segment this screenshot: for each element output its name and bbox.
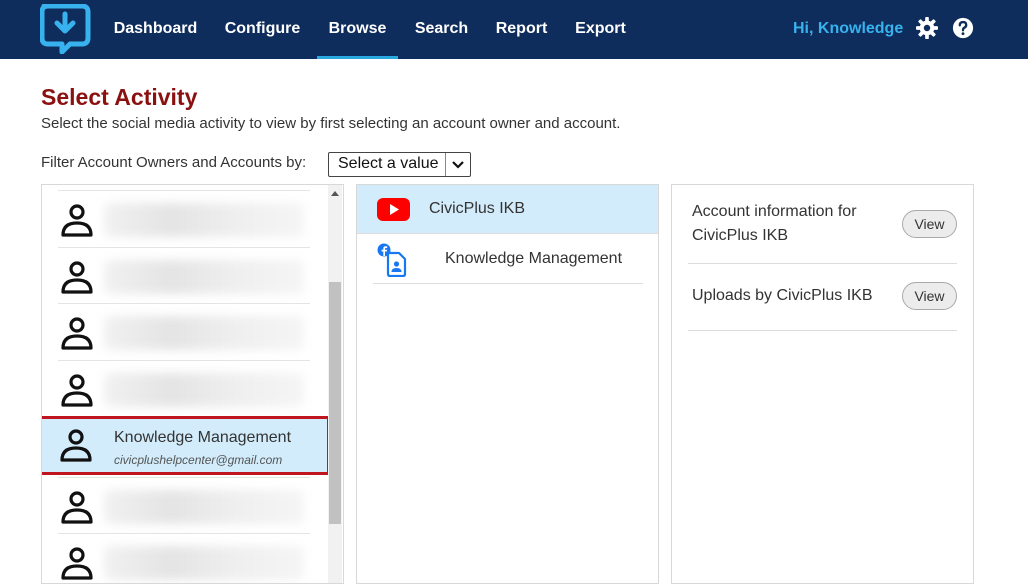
account-label: Knowledge Management: [445, 250, 623, 267]
redacted-owner-info: [104, 260, 304, 294]
gear-icon[interactable]: [916, 17, 938, 39]
filter-label: Filter Account Owners and Accounts by:: [41, 154, 307, 171]
person-icon: [61, 491, 93, 524]
view-account-info-button[interactable]: View: [902, 210, 957, 238]
nav-report[interactable]: Report: [494, 0, 549, 59]
person-icon: [60, 429, 92, 462]
activity-row: Account information for CivicPlus IKB Vi…: [688, 185, 957, 264]
user-greeting[interactable]: Hi, Knowledge: [793, 0, 903, 59]
owners-scrollbar[interactable]: [328, 185, 342, 583]
redacted-owner-info: [104, 373, 304, 407]
page-title: Select Activity: [41, 84, 198, 110]
owner-row[interactable]: [58, 477, 310, 534]
scroll-up-arrow-icon[interactable]: [331, 191, 339, 196]
filter-select-value: Select a value: [338, 155, 439, 172]
account-owners-panel: Knowledge Management civicplushelpcenter…: [41, 184, 344, 584]
view-uploads-button[interactable]: View: [902, 282, 957, 310]
owner-row[interactable]: [58, 190, 310, 247]
nav-export[interactable]: Export: [574, 0, 627, 59]
activity-label-line1: Account information for: [692, 203, 857, 220]
person-icon: [61, 317, 93, 350]
redacted-owner-info: [104, 316, 304, 350]
redacted-owner-info: [104, 490, 304, 524]
activity-label-line2: CivicPlus IKB: [692, 227, 789, 244]
person-icon: [61, 547, 93, 580]
person-icon: [61, 204, 93, 237]
owner-email: civicplushelpcenter@gmail.com: [114, 453, 283, 467]
activity-row: Uploads by CivicPlus IKB View: [688, 264, 957, 331]
account-row-selected[interactable]: CivicPlus IKB: [357, 185, 658, 234]
person-icon: [61, 374, 93, 407]
activity-panel: Account information for CivicPlus IKB Vi…: [671, 184, 974, 584]
activity-label: Uploads by CivicPlus IKB: [692, 287, 873, 304]
youtube-icon: [377, 198, 410, 221]
scrollbar-thumb[interactable]: [329, 282, 341, 524]
nav-dashboard[interactable]: Dashboard: [113, 0, 198, 59]
owner-row[interactable]: [58, 533, 310, 583]
help-icon[interactable]: [952, 17, 974, 39]
account-label: CivicPlus IKB: [429, 200, 526, 217]
page-description: Select the social media activity to view…: [41, 115, 621, 132]
facebook-profile-icon: [377, 243, 407, 277]
filter-select[interactable]: Select a value: [328, 152, 471, 177]
nav-configure[interactable]: Configure: [224, 0, 301, 59]
redacted-owner-info: [104, 546, 304, 580]
owner-name: Knowledge Management: [114, 429, 292, 446]
owner-row-selected[interactable]: Knowledge Management civicplushelpcenter…: [42, 416, 330, 475]
app-logo-icon[interactable]: [40, 4, 92, 54]
person-icon: [61, 261, 93, 294]
chevron-down-icon: [445, 153, 470, 176]
owner-row[interactable]: [58, 247, 310, 304]
nav-browse[interactable]: Browse: [317, 0, 398, 59]
top-nav-bar: Dashboard Configure Browse Search Report…: [0, 0, 1028, 59]
owner-row[interactable]: [58, 303, 310, 360]
account-row[interactable]: Knowledge Management: [373, 235, 643, 284]
redacted-owner-info: [104, 203, 304, 237]
activity-label: Account information for CivicPlus IKB: [692, 200, 857, 248]
owner-row[interactable]: [58, 360, 310, 417]
accounts-panel: CivicPlus IKB Knowledge Management: [356, 184, 659, 584]
nav-search[interactable]: Search: [414, 0, 469, 59]
